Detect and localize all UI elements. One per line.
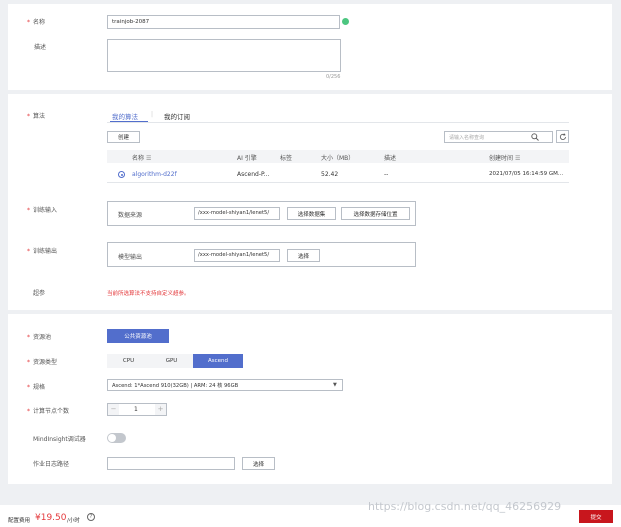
create-button[interactable]: 创建 <box>107 131 140 143</box>
type-ascend-button[interactable]: Ascend <box>193 354 243 368</box>
select-storage-button[interactable]: 选择数据存储位置 <box>341 207 410 220</box>
col-description: 描述 <box>384 155 397 162</box>
tab-divider: | <box>151 111 154 118</box>
resource-panel: * 资源池 公共资源池 * 资源类型 CPU GPU Ascend * 规格 Asce… <box>8 314 612 484</box>
col-name: 名称 ☰ <box>132 155 152 162</box>
public-pool-button[interactable]: 公共资源池 <box>107 329 169 343</box>
hyperparameter-label: 超参 <box>33 290 46 297</box>
watermark-text: https://blog.csdn.net/qq_46256929 <box>368 500 562 513</box>
sort-icon[interactable]: ☰ <box>146 155 151 162</box>
col-created: 创建时间 ☰ <box>489 155 521 162</box>
spec-label: * 规格 <box>27 384 46 391</box>
model-output-label: 模型输出 <box>118 254 143 261</box>
col-tag: 标签 <box>280 155 293 162</box>
input-path-field[interactable]: /xxx-model-shiyan1/lenet5/ <box>194 207 280 220</box>
output-path-field[interactable]: /xxx-model-shiyan1/lenet5/ <box>194 249 280 262</box>
row-description: -- <box>384 171 389 178</box>
search-icon[interactable] <box>531 133 539 141</box>
row-name[interactable]: algorithm-d22f <box>132 171 177 178</box>
name-input-value: trainjob-2087 <box>112 19 150 25</box>
fee-value: ¥19.50 <box>35 513 67 523</box>
row-created: 2021/07/05 16:14:59 GM... <box>489 171 564 177</box>
sort-icon[interactable]: ☰ <box>515 155 520 162</box>
log-path-label: 作业日志路径 <box>33 461 70 468</box>
type-gpu-button[interactable]: GPU <box>150 354 193 368</box>
algorithm-label: * 算法 <box>27 113 46 120</box>
algorithm-panel: * 算法 我的算法 | 我的订阅 创建 请输入名称查询 名称 ☰ AI 引擎 标签… <box>8 94 612 310</box>
refresh-button[interactable] <box>556 130 569 143</box>
fee-unit: /小时 <box>67 518 80 524</box>
row-radio-selected[interactable] <box>118 171 125 178</box>
data-source-label: 数据来源 <box>118 212 143 219</box>
train-output-label: * 训练输出 <box>27 248 58 255</box>
help-icon[interactable]: ? <box>87 513 95 521</box>
fee-label: 配置费用 <box>8 518 31 524</box>
input-path-value: /xxx-model-shiyan1/lenet5/ <box>198 210 270 216</box>
type-cpu-button[interactable]: CPU <box>107 354 150 368</box>
valid-check-icon <box>342 18 349 25</box>
name-input[interactable]: trainjob-2087 <box>107 15 340 29</box>
hyperparameter-note: 当前所选算法不支持自定义超参。 <box>107 291 190 297</box>
row-engine: Ascend-P... <box>237 171 270 178</box>
basic-info-panel: * 名称 trainjob-2087 描述 0/256 <box>8 4 612 90</box>
log-path-input[interactable] <box>107 457 235 470</box>
select-log-button[interactable]: 选择 <box>242 457 275 470</box>
search-placeholder: 请输入名称查询 <box>449 135 485 141</box>
select-dataset-button[interactable]: 选择数据集 <box>287 207 336 220</box>
col-size: 大小（MB） <box>321 155 355 162</box>
node-count-label: * 计算节点个数 <box>27 408 70 415</box>
train-input-label: * 训练输入 <box>27 207 58 214</box>
submit-button[interactable]: 提交 <box>579 510 613 523</box>
row-size: 52.42 <box>321 171 339 178</box>
description-counter: 0/256 <box>326 74 341 80</box>
decrement-button[interactable]: − <box>108 404 119 415</box>
select-output-button[interactable]: 选择 <box>287 249 320 262</box>
chevron-down-icon[interactable]: ▼ <box>333 382 337 388</box>
tab-bar-line <box>107 122 569 123</box>
mindinsight-toggle[interactable] <box>107 433 126 443</box>
increment-button[interactable]: + <box>155 404 166 415</box>
resource-pool-label: * 资源池 <box>27 334 52 341</box>
output-path-value: /xxx-model-shiyan1/lenet5/ <box>198 252 270 258</box>
resource-type-label: * 资源类型 <box>27 359 58 366</box>
description-label: 描述 <box>34 44 47 51</box>
tab-my-subscription[interactable]: 我的订阅 <box>164 111 190 121</box>
toggle-knob <box>108 434 116 442</box>
tab-my-algorithm[interactable]: 我的算法 <box>112 111 138 121</box>
spec-select-value: Ascend: 1*Ascend 910(32GB) | ARM: 24 核 9… <box>112 383 239 389</box>
refresh-icon <box>559 132 566 140</box>
col-engine: AI 引擎 <box>237 155 257 162</box>
spec-select[interactable]: Ascend: 1*Ascend 910(32GB) | ARM: 24 核 9… <box>107 379 343 391</box>
name-label: * 名称 <box>27 19 46 26</box>
description-textarea[interactable] <box>107 39 341 72</box>
node-count-value: 1 <box>134 406 138 413</box>
mindinsight-label: MindInsight调试器 <box>33 436 86 443</box>
